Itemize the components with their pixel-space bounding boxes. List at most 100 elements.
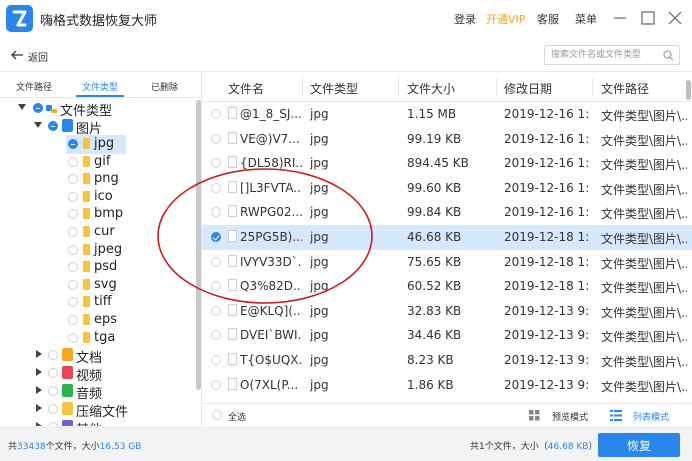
tree-node-image-type[interactable]: eps: [10, 312, 190, 329]
search-icon[interactable]: [663, 50, 674, 64]
tree-node-image-type[interactable]: jpeg: [10, 242, 190, 259]
list-mode-button[interactable]: 列表模式: [633, 410, 669, 423]
vip-link[interactable]: 开通VIP: [486, 11, 525, 27]
image-type-radio[interactable]: [68, 174, 78, 185]
column-header-name[interactable]: 文件名: [228, 80, 264, 97]
image-type-radio[interactable]: [68, 156, 78, 167]
select-all-radio[interactable]: [212, 410, 222, 420]
preview-mode-icon[interactable]: [529, 410, 540, 424]
collapse-arrow-icon[interactable]: [36, 368, 42, 376]
table-row[interactable]: T{O$UQX... jpg 8.23 KB 2019-12-13 9:... 文件类型…: [202, 348, 692, 373]
expand-arrow-icon[interactable]: [34, 122, 42, 128]
back-button[interactable]: 返回: [28, 49, 48, 64]
table-row[interactable]: 25PG5B)... jpg 46.68 KB 2019-12-18 1:... 文件类…: [202, 225, 692, 250]
cell-file-name: IVYV33D`...: [240, 254, 302, 269]
column-header-path[interactable]: 文件路径: [601, 80, 649, 97]
service-link[interactable]: 客服: [537, 11, 559, 27]
tree-node-image-type[interactable]: gif: [10, 154, 190, 171]
row-select-radio[interactable]: [211, 109, 221, 119]
row-select-radio[interactable]: [211, 232, 221, 242]
image-type-radio[interactable]: [68, 315, 78, 325]
row-select-radio[interactable]: [211, 305, 221, 316]
tree-node-image-type[interactable]: ico: [10, 189, 190, 206]
preview-mode-button[interactable]: 预览模式: [552, 410, 588, 423]
image-type-radio[interactable]: [68, 262, 78, 273]
root-radio[interactable]: [33, 103, 43, 113]
image-type-radio[interactable]: [68, 332, 78, 343]
collapse-arrow-icon[interactable]: [36, 422, 42, 426]
tree-node-image-type[interactable]: tiff: [10, 294, 190, 311]
tree-root-icon-accent: [51, 109, 57, 113]
table-row[interactable]: {DL58)RI... jpg 894.45 KB 2019-12-16 1:... 文…: [202, 151, 692, 176]
column-divider[interactable]: [496, 78, 497, 96]
other-radio[interactable]: [48, 422, 58, 426]
collapse-arrow-icon[interactable]: [36, 350, 42, 358]
tree-node-image-type[interactable]: bmp: [10, 206, 190, 223]
table-row[interactable]: DVEI`BWI... jpg 34.46 KB 2019-12-13 9:... 文件…: [202, 323, 692, 348]
tree-node-image-type[interactable]: cur: [10, 224, 190, 241]
column-divider[interactable]: [398, 78, 399, 96]
archives-radio[interactable]: [48, 404, 58, 414]
menu-link[interactable]: 菜单: [575, 11, 597, 27]
login-link[interactable]: 登录: [454, 11, 476, 27]
tab-deleted[interactable]: 已删除: [151, 80, 178, 93]
list-mode-icon[interactable]: [610, 410, 622, 424]
column-divider[interactable]: [302, 78, 303, 96]
tree-node-image-type[interactable]: tga: [10, 330, 190, 347]
row-select-radio[interactable]: [211, 281, 221, 292]
table-row[interactable]: O(7XL(P... jpg 1.86 KB 2019-12-13 9:... 文件类型…: [202, 373, 692, 398]
search-box[interactable]: [544, 45, 680, 65]
row-select-radio[interactable]: [211, 182, 221, 193]
table-row[interactable]: IVYV33D`... jpg 75.65 KB 2019-12-18 1:... 文件…: [202, 250, 692, 275]
tree-node-image-type[interactable]: jpg: [10, 135, 190, 154]
column-divider[interactable]: [592, 78, 593, 96]
close-icon[interactable]: [664, 7, 686, 29]
table-row[interactable]: Q3%82D... jpg 60.52 KB 2019-12-18 1:... 文件类型…: [202, 274, 692, 299]
back-arrow-icon[interactable]: [10, 49, 24, 64]
tree-node-image-type[interactable]: psd: [10, 259, 190, 276]
tree-node-image-type[interactable]: svg: [10, 277, 190, 294]
row-select-radio[interactable]: [211, 379, 221, 390]
column-header-date[interactable]: 修改日期: [504, 80, 552, 97]
table-row[interactable]: E@KLQ](... jpg 32.83 KB 2019-12-13 9:... 文件类…: [202, 299, 692, 324]
image-type-radio[interactable]: [68, 279, 78, 290]
row-select-radio[interactable]: [211, 133, 221, 144]
documents-radio[interactable]: [48, 350, 58, 360]
row-select-radio[interactable]: [211, 158, 221, 169]
table-row[interactable]: @1_8_SJ... jpg 1.15 MB 2019-12-16 1:... 文件类型…: [202, 102, 692, 127]
tab-file-type[interactable]: 文件类型: [82, 80, 118, 93]
column-header-type[interactable]: 文件类型: [310, 80, 358, 97]
audio-icon: [62, 384, 73, 397]
row-select-radio[interactable]: [211, 256, 221, 267]
minimize-icon[interactable]: [609, 7, 631, 29]
table-row[interactable]: RWPG02... jpg 99.84 KB 2019-12-16 1:... 文件类型…: [202, 200, 692, 225]
row-select-radio[interactable]: [211, 207, 221, 218]
collapse-arrow-icon[interactable]: [36, 386, 42, 394]
image-type-radio[interactable]: [68, 297, 78, 308]
row-select-radio[interactable]: [211, 330, 221, 341]
image-type-radio[interactable]: [68, 244, 78, 255]
image-type-radio[interactable]: [68, 139, 78, 149]
maximize-icon[interactable]: [637, 7, 659, 29]
collapse-arrow-icon[interactable]: [36, 404, 42, 412]
table-row[interactable]: VE@)V7... jpg 99.19 KB 2019-12-16 1:... 文件类型…: [202, 127, 692, 152]
select-all-label[interactable]: 全选: [228, 410, 246, 423]
table-row[interactable]: []L3FVTA... jpg 99.60 KB 2019-12-16 1:... 文件…: [202, 176, 692, 201]
selected-mid-text: 个文件，大小（: [484, 442, 548, 452]
cell-modified-date: 2019-12-16 1:...: [504, 107, 590, 121]
recover-button[interactable]: 恢复: [598, 433, 680, 457]
tab-file-path[interactable]: 文件路径: [16, 80, 52, 93]
tree-scrollbar[interactable]: [196, 100, 201, 390]
videos-radio[interactable]: [48, 368, 58, 378]
row-select-radio[interactable]: [211, 355, 221, 365]
image-type-radio[interactable]: [68, 191, 78, 202]
tree-node-image-type[interactable]: png: [10, 171, 190, 188]
column-header-size[interactable]: 文件大小: [407, 80, 455, 97]
image-type-radio[interactable]: [68, 227, 78, 237]
search-input[interactable]: [551, 48, 659, 62]
image-type-radio[interactable]: [68, 209, 78, 220]
table-scrollbar[interactable]: [686, 80, 691, 100]
images-radio[interactable]: [48, 121, 58, 131]
expand-arrow-icon[interactable]: [18, 104, 26, 110]
audio-radio[interactable]: [48, 386, 58, 396]
